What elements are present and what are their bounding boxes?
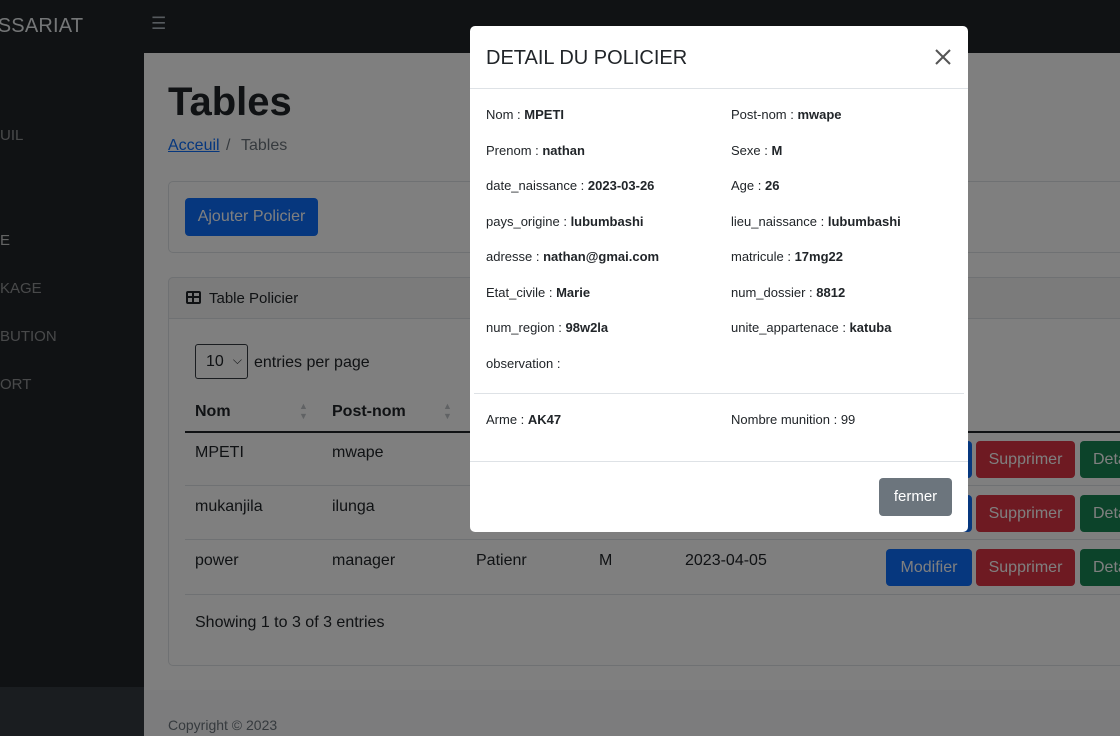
field-label: matricule : bbox=[731, 249, 795, 264]
modal-footer-divider bbox=[470, 461, 968, 462]
field-age: Age : 26 bbox=[731, 178, 779, 193]
field-label: adresse : bbox=[486, 249, 544, 264]
field-postnom: Post-nom : mwape bbox=[731, 107, 842, 122]
field-num-region: num_region : 98w2la bbox=[486, 320, 608, 335]
field-value: 26 bbox=[764, 178, 780, 193]
modal-section-divider bbox=[474, 393, 964, 394]
field-num-dossier: num_dossier : 8812 bbox=[731, 285, 845, 300]
field-nom: Nom : MPETI bbox=[486, 107, 564, 122]
field-value: lubumbashi bbox=[570, 214, 644, 229]
close-icon[interactable] bbox=[933, 47, 953, 67]
field-label: lieu_naissance : bbox=[731, 214, 828, 229]
field-date-naissance: date_naissance : 2023-03-26 bbox=[486, 178, 654, 193]
modal-title: DETAIL DU POLICIER bbox=[486, 47, 688, 69]
field-value: katuba bbox=[849, 320, 892, 335]
field-pays-origine: pays_origine : lubumbashi bbox=[486, 214, 644, 229]
field-value: nathan bbox=[542, 143, 585, 158]
field-label: Arme : bbox=[486, 412, 528, 427]
field-prenom: Prenom : nathan bbox=[486, 143, 585, 158]
field-value: 98w2la bbox=[565, 320, 609, 335]
field-label: Etat_civile : bbox=[486, 285, 557, 300]
field-value: lubumbashi bbox=[827, 214, 901, 229]
field-arme: Arme : AK47 bbox=[486, 412, 561, 427]
field-label: observation : bbox=[486, 356, 561, 371]
field-label: unite_appartenace : bbox=[731, 320, 850, 335]
field-value: 99 bbox=[840, 412, 856, 427]
field-value: Marie bbox=[556, 285, 591, 300]
field-value: mwape bbox=[797, 107, 842, 122]
field-adresse: adresse : nathan@gmai.com bbox=[486, 249, 659, 264]
field-label: Age : bbox=[731, 178, 765, 193]
field-value: 17mg22 bbox=[794, 249, 843, 264]
field-label: date_naissance : bbox=[486, 178, 588, 193]
field-label: num_region : bbox=[486, 320, 566, 335]
close-button[interactable]: fermer bbox=[879, 478, 952, 516]
field-label: Prenom : bbox=[486, 143, 543, 158]
field-value: 8812 bbox=[816, 285, 846, 300]
field-etat-civile: Etat_civile : Marie bbox=[486, 285, 590, 300]
field-value: AK47 bbox=[527, 412, 562, 427]
field-label: pays_origine : bbox=[486, 214, 571, 229]
field-value: MPETI bbox=[524, 107, 565, 122]
detail-modal: DETAIL DU POLICIER Nom : MPETI Post-nom … bbox=[470, 26, 968, 532]
field-value: M bbox=[771, 143, 783, 158]
field-unite-appartenance: unite_appartenace : katuba bbox=[731, 320, 891, 335]
field-nombre-munition: Nombre munition : 99 bbox=[731, 412, 855, 427]
field-label: Sexe : bbox=[731, 143, 772, 158]
field-label: Nombre munition : bbox=[731, 412, 841, 427]
field-value: 2023-03-26 bbox=[587, 178, 655, 193]
field-matricule: matricule : 17mg22 bbox=[731, 249, 843, 264]
field-value: nathan@gmai.com bbox=[543, 249, 660, 264]
field-lieu-naissance: lieu_naissance : lubumbashi bbox=[731, 214, 901, 229]
field-label: num_dossier : bbox=[731, 285, 817, 300]
field-observation: observation : bbox=[486, 356, 560, 371]
field-label: Nom : bbox=[486, 107, 525, 122]
field-sexe: Sexe : M bbox=[731, 143, 782, 158]
field-label: Post-nom : bbox=[731, 107, 798, 122]
modal-header-divider bbox=[470, 88, 968, 89]
